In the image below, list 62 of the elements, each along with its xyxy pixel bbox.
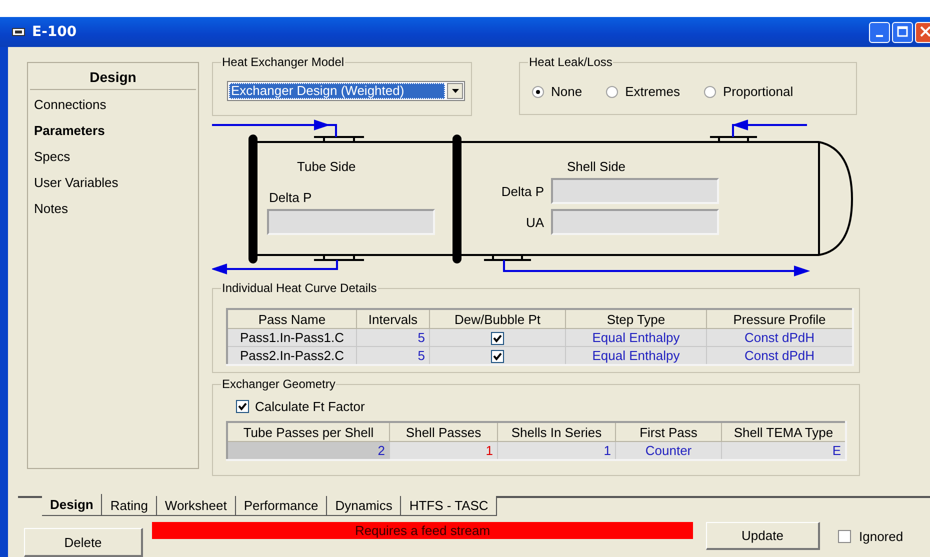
section-label: Shell Side <box>567 159 626 174</box>
radio-button[interactable] <box>606 86 618 98</box>
radio-button[interactable] <box>532 86 544 98</box>
field-label: UA <box>526 215 544 230</box>
sidebar-item[interactable]: Parameters <box>28 118 111 144</box>
sidebar-item[interactable]: Specs <box>28 144 76 170</box>
tab[interactable]: Dynamics <box>326 496 402 516</box>
checkbox[interactable] <box>236 400 249 413</box>
table-cell[interactable]: Const dPdH <box>706 328 853 346</box>
window-icon <box>12 27 26 37</box>
maximize-button[interactable] <box>892 22 913 42</box>
sidebar-item[interactable]: User Variables <box>28 170 124 196</box>
radio-label: Proportional <box>722 84 794 99</box>
model-dropdown[interactable]: Exchanger Design (Weighted) <box>227 81 465 101</box>
group-label: Heat Exchanger Model <box>221 55 346 69</box>
tab[interactable]: HTFS - TASC <box>400 496 498 516</box>
dropdown-arrow-icon <box>452 89 458 93</box>
group-label: Exchanger Geometry <box>221 377 336 391</box>
table-cell[interactable]: 1 <box>498 442 616 460</box>
table-cell: 5 <box>356 328 430 346</box>
tab[interactable]: Performance <box>234 496 328 516</box>
checkbox-label: Calculate Ft Factor <box>255 399 365 414</box>
input-field[interactable] <box>551 209 719 235</box>
table-cell: 5 <box>356 346 430 365</box>
table-cell[interactable]: Equal Enthalpy <box>566 346 706 365</box>
checkbox[interactable] <box>491 332 504 346</box>
sidebar-item[interactable]: Connections <box>28 92 112 118</box>
table-cell[interactable]: Equal Enthalpy <box>566 328 706 346</box>
minimize-button[interactable] <box>869 22 890 42</box>
table-cell: Pass1.In-Pass1.C <box>227 328 356 346</box>
delete-button[interactable]: Delete <box>24 528 143 557</box>
radio-label: None <box>551 84 582 99</box>
update-button[interactable]: Update <box>706 522 820 550</box>
group-label: Heat Leak/Loss <box>528 55 614 69</box>
table-cell: Pass2.In-Pass2.C <box>227 346 356 365</box>
table-cell[interactable]: E <box>722 442 846 460</box>
tab[interactable]: Worksheet <box>156 496 236 516</box>
minimize-icon <box>876 34 883 36</box>
checkbox-label: Ignored <box>859 529 904 544</box>
field-label: Delta P <box>501 184 544 199</box>
tab[interactable]: Rating <box>101 496 157 516</box>
radio-label: Extremes <box>625 84 680 99</box>
table-cell[interactable]: 2 <box>227 442 390 460</box>
field-label: Delta P <box>269 190 312 205</box>
input-field[interactable] <box>267 209 435 235</box>
tab[interactable]: Design <box>42 494 102 516</box>
window-title: E-100 <box>32 24 77 40</box>
close-icon <box>920 26 930 36</box>
table-cell[interactable]: Counter <box>616 442 722 460</box>
sidebar-item[interactable]: Notes <box>28 196 74 222</box>
maximize-icon <box>897 26 908 36</box>
close-button[interactable] <box>915 22 930 42</box>
input-field[interactable] <box>551 178 719 204</box>
status-bar: Requires a feed stream <box>152 522 693 539</box>
checkbox[interactable] <box>838 530 851 543</box>
group-label: Individual Heat Curve Details <box>221 281 378 295</box>
section-label: Tube Side <box>297 159 356 174</box>
checkbox[interactable] <box>491 350 504 364</box>
sidebar-header: Design <box>30 63 196 90</box>
table-cell[interactable]: 1 <box>390 442 498 460</box>
table-cell[interactable]: Const dPdH <box>706 346 853 365</box>
radio-button[interactable] <box>704 86 716 98</box>
